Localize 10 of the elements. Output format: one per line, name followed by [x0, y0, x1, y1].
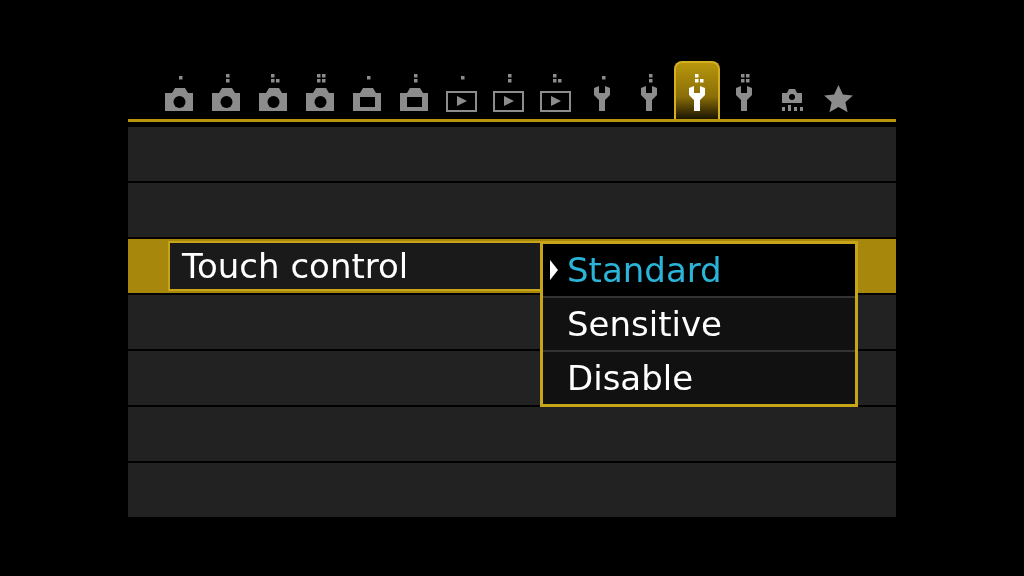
- play-icon: [538, 73, 573, 113]
- option-item[interactable]: Sensitive: [543, 298, 855, 352]
- play-icon: [491, 73, 526, 113]
- menu-tab[interactable]: [674, 61, 720, 119]
- pointer-icon: [549, 259, 559, 281]
- option-item[interactable]: Standard: [543, 244, 855, 298]
- option-item[interactable]: Disable: [543, 352, 855, 404]
- setting-label: Touch control: [168, 241, 540, 291]
- play-icon: [444, 73, 479, 113]
- star-icon: [821, 84, 856, 113]
